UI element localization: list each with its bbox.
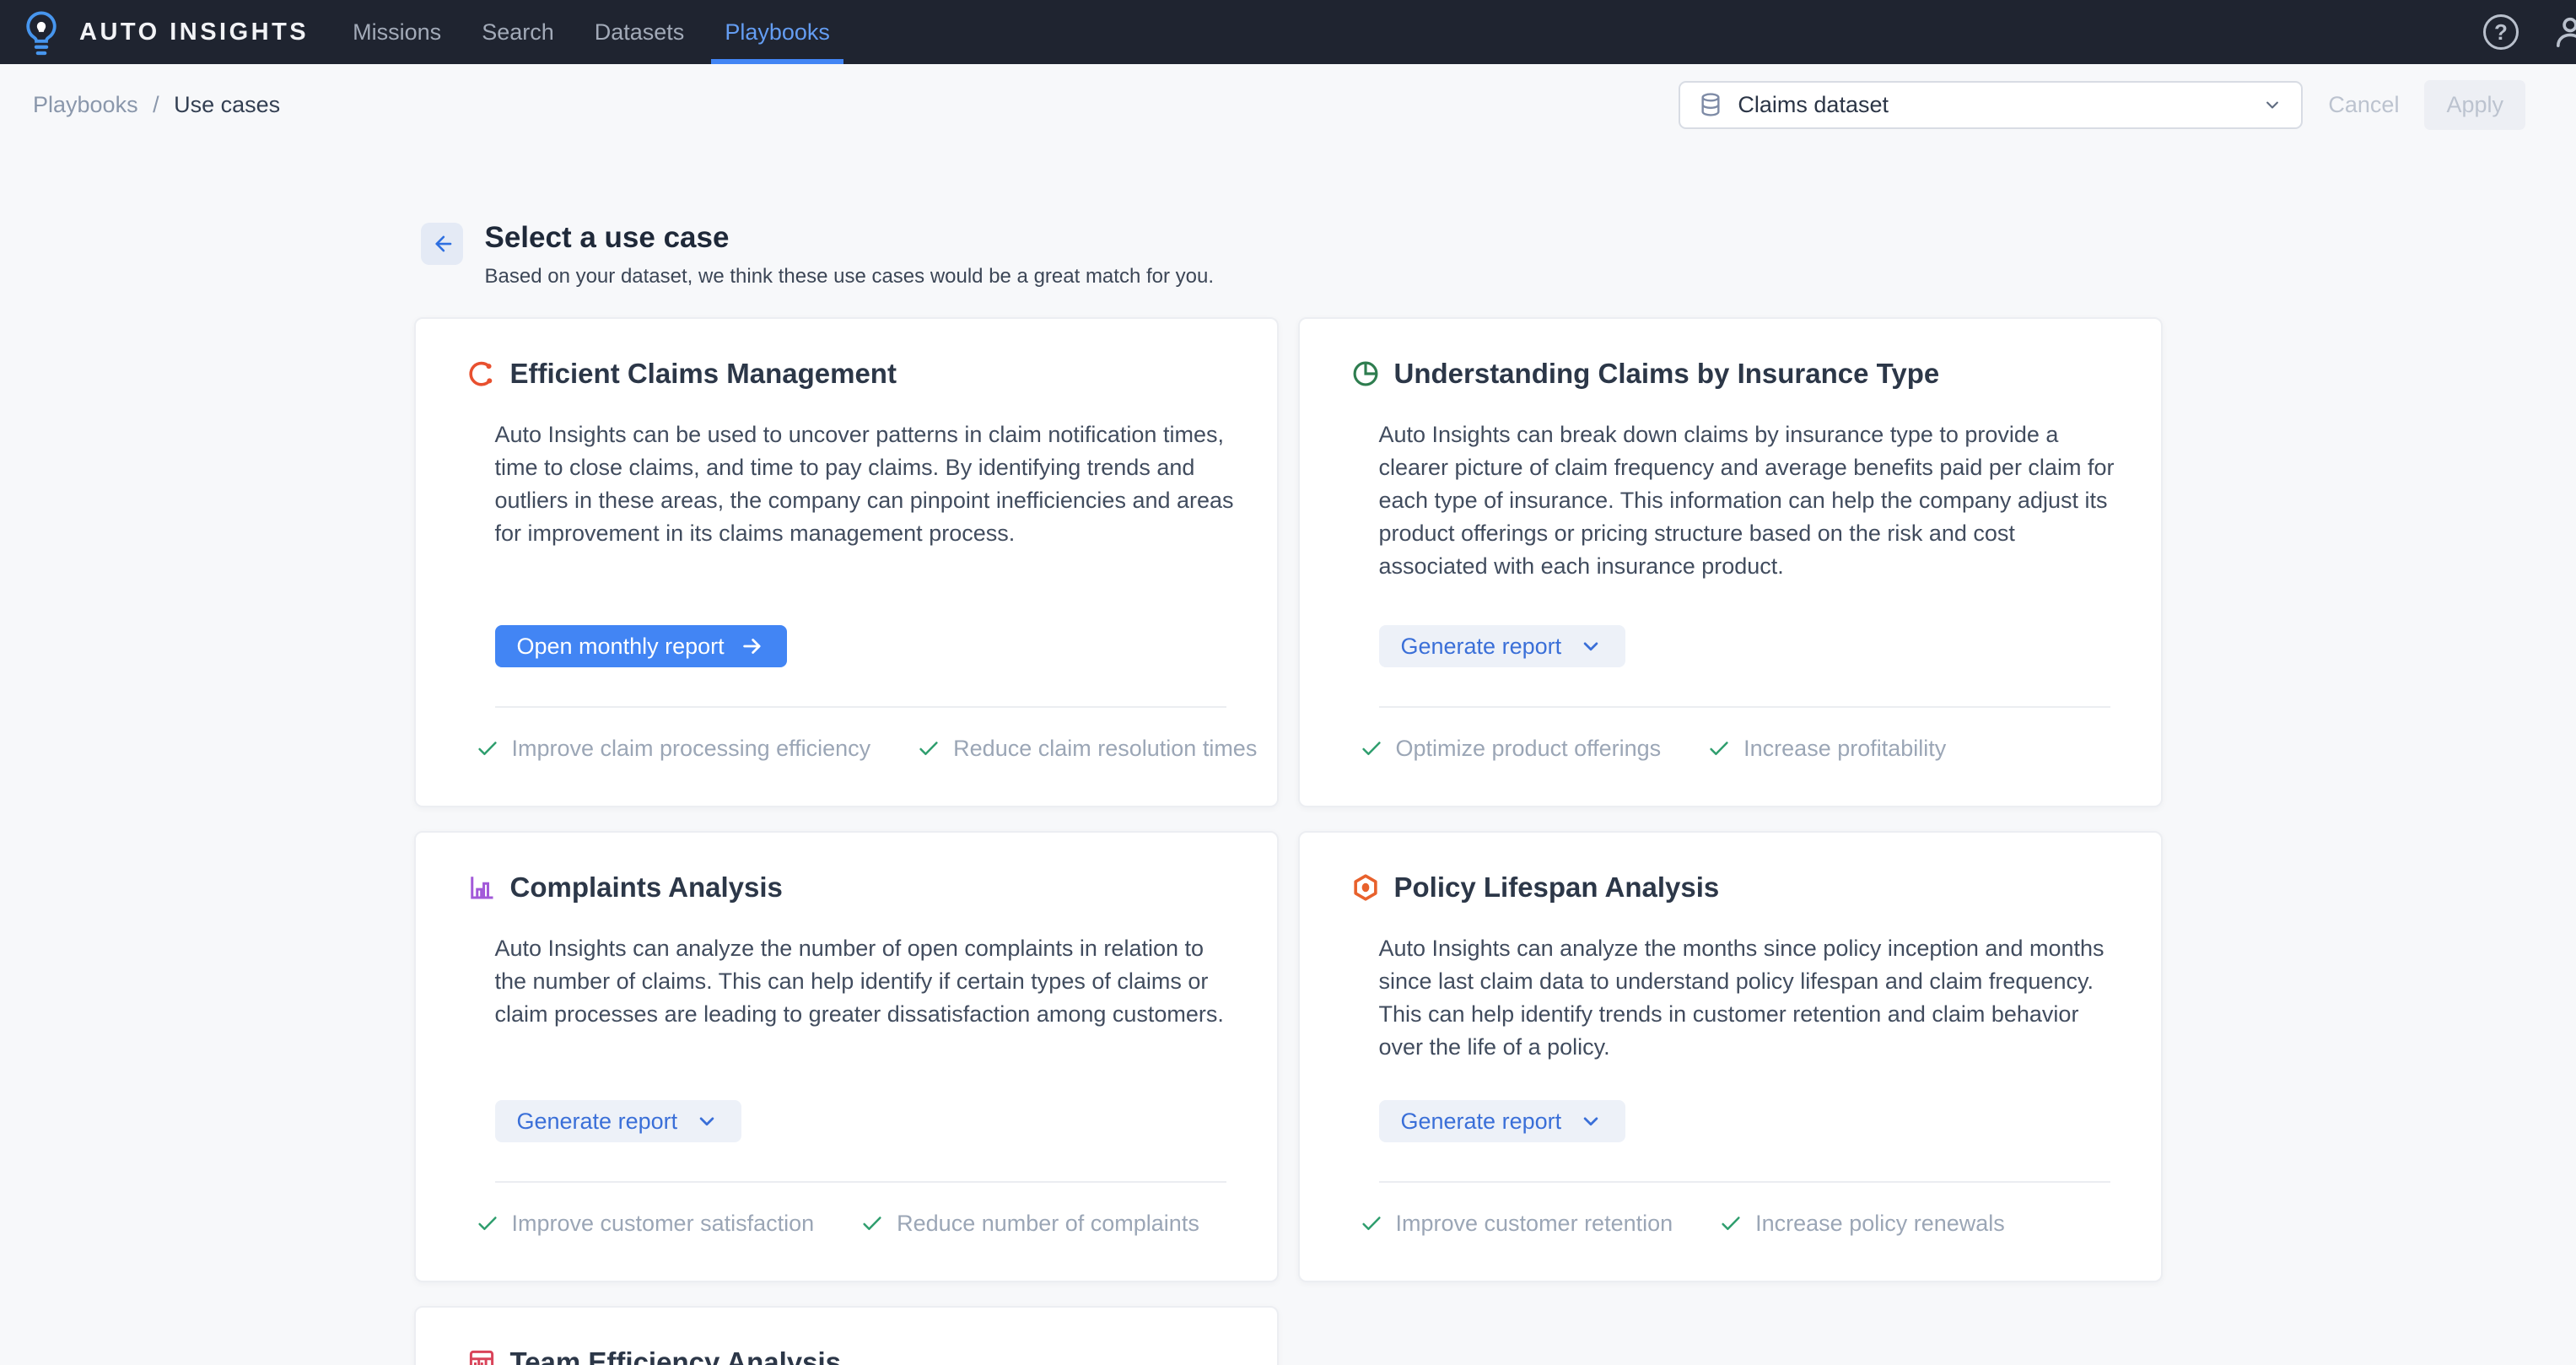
appbar-right: ? [2483, 13, 2576, 51]
cycle-icon [468, 361, 492, 386]
dataset-select[interactable]: Claims dataset [1679, 80, 2304, 129]
use-case-card-team-efficiency: Team Efficiency Analysis [413, 1306, 1279, 1365]
card-title: Understanding Claims by Insurance Type [1393, 358, 1940, 389]
use-case-card-policy-lifespan: Policy Lifespan Analysis Auto Insights c… [1297, 831, 2163, 1282]
app-header: AUTO INSIGHTS Missions Search Datasets P… [0, 0, 2576, 64]
benefit-label: Increase policy renewals [1755, 1210, 2005, 1236]
benefit-label: Reduce claim resolution times [953, 735, 1258, 761]
check-icon [919, 742, 938, 755]
check-icon [1722, 1217, 1740, 1230]
use-case-card-claims-by-type: Understanding Claims by Insurance Type A… [1297, 317, 2163, 807]
toolbar-actions: Claims dataset Cancel Apply [1679, 79, 2525, 130]
card-title: Policy Lifespan Analysis [1393, 871, 1720, 903]
open-monthly-report-button[interactable]: Open monthly report [494, 625, 787, 667]
card-actions: Generate report [1378, 1100, 2110, 1142]
generate-report-button[interactable]: Generate report [1378, 625, 1626, 667]
check-icon [1361, 742, 1381, 755]
check-icon [1361, 1217, 1381, 1230]
card-description: Auto Insights can analyze the number of … [494, 936, 1224, 1027]
generate-report-button[interactable]: Generate report [494, 1100, 742, 1142]
benefits-row: Improve claim processing efficiency Redu… [475, 731, 1257, 765]
check-icon [477, 1217, 497, 1230]
benefit-item: Improve customer satisfaction [475, 1210, 815, 1237]
benefits-row: Optimize product offerings Increase prof… [1359, 731, 2110, 765]
breadcrumb-playbooks[interactable]: Playbooks [33, 92, 138, 117]
benefit-label: Optimize product offerings [1395, 735, 1662, 761]
card-actions: Open monthly report [494, 625, 1226, 667]
main-content: Select a use case Based on your dataset,… [413, 221, 2163, 1365]
brand-title: AUTO INSIGHTS [79, 18, 310, 46]
dataset-select-value: Claims dataset [1738, 91, 1889, 117]
card-actions: Generate report [1378, 625, 2110, 667]
grid-table-icon [469, 1350, 493, 1365]
benefit-item: Reduce number of complaints [860, 1211, 1199, 1237]
nav-item-playbooks[interactable]: Playbooks [704, 0, 850, 64]
cancel-button[interactable]: Cancel [2328, 92, 2399, 118]
check-icon [1710, 742, 1728, 755]
card-title: Complaints Analysis [509, 871, 783, 903]
user-icon[interactable] [2551, 13, 2576, 51]
card-head: Understanding Claims by Insurance Type [1350, 358, 2110, 390]
card-title: Efficient Claims Management [509, 358, 897, 389]
divider [494, 1181, 1226, 1183]
breadcrumb-current: Use cases [174, 91, 281, 117]
benefit-label: Improve claim processing efficiency [511, 735, 871, 761]
pie-chart-icon [1353, 361, 1377, 386]
lightbulb-icon[interactable] [22, 9, 61, 58]
card-head: Team Efficiency Analysis [466, 1346, 1226, 1365]
card-description: Auto Insights can be used to uncover pat… [494, 422, 1234, 546]
breadcrumb: Playbooks / Use cases [33, 92, 280, 118]
card-head: Efficient Claims Management [466, 358, 1226, 390]
chevron-down-icon [1583, 1117, 1598, 1126]
check-icon [863, 1217, 881, 1230]
benefit-label: Reduce number of complaints [897, 1210, 1199, 1236]
card-actions: Generate report [494, 1100, 1226, 1142]
arrow-left-icon [434, 235, 451, 252]
card-head: Policy Lifespan Analysis [1350, 871, 2110, 904]
benefits-row: Improve customer retention Increase poli… [1359, 1206, 2110, 1240]
card-head: Complaints Analysis [466, 871, 1226, 904]
chevron-down-icon [1583, 642, 1598, 651]
divider [1378, 706, 2110, 708]
chevron-down-icon [699, 1117, 714, 1126]
back-button[interactable] [420, 223, 463, 265]
generate-report-button[interactable]: Generate report [1378, 1100, 1626, 1142]
benefit-label: Improve customer satisfaction [511, 1210, 815, 1236]
benefit-item: Improve customer retention [1359, 1211, 1673, 1237]
main-nav: Missions Search Datasets Playbooks [332, 0, 850, 64]
database-icon [1701, 93, 1720, 116]
toolbar: Playbooks / Use cases Claims dataset Can… [0, 64, 2576, 145]
benefit-item: Optimize product offerings [1359, 735, 1662, 762]
page-title: Select a use case [484, 221, 730, 254]
nav-item-missions[interactable]: Missions [332, 0, 461, 64]
benefit-label: Improve customer retention [1395, 1210, 1673, 1236]
divider [494, 706, 1226, 708]
card-title: Team Efficiency Analysis [509, 1346, 842, 1365]
nav-item-datasets[interactable]: Datasets [574, 0, 705, 64]
benefit-item: Increase policy renewals [1718, 1211, 2005, 1237]
benefit-item: Improve claim processing efficiency [475, 735, 871, 762]
help-icon[interactable]: ? [2483, 14, 2519, 50]
benefit-item: Reduce claim resolution times [916, 736, 1257, 762]
chevron-down-icon [2266, 101, 2279, 109]
use-case-card-efficient-claims: Efficient Claims Management Auto Insight… [413, 317, 1279, 807]
page-subtitle: Based on your dataset, we think these us… [484, 265, 1215, 288]
benefit-label: Increase profitability [1743, 735, 1947, 761]
arrow-right-icon [742, 639, 761, 654]
card-description: Auto Insights can break down claims by i… [1378, 422, 2115, 579]
benefits-row: Improve customer satisfaction Reduce num… [475, 1206, 1226, 1240]
benefit-item: Increase profitability [1706, 736, 1946, 762]
divider [1378, 1181, 2110, 1183]
hexagon-target-icon [1353, 874, 1377, 901]
breadcrumb-separator: / [153, 91, 159, 117]
heading-block: Select a use case Based on your dataset,… [420, 221, 2163, 289]
check-icon [477, 742, 497, 755]
heading-text: Select a use case Based on your dataset,… [485, 221, 1215, 289]
card-description: Auto Insights can analyze the months sin… [1378, 936, 2104, 1060]
apply-button[interactable]: Apply [2424, 79, 2525, 130]
use-case-grid: Efficient Claims Management Auto Insight… [413, 317, 2163, 1365]
bar-chart-icon [470, 877, 493, 899]
use-case-card-complaints: Complaints Analysis Auto Insights can an… [413, 831, 1279, 1282]
nav-item-search[interactable]: Search [461, 0, 574, 64]
